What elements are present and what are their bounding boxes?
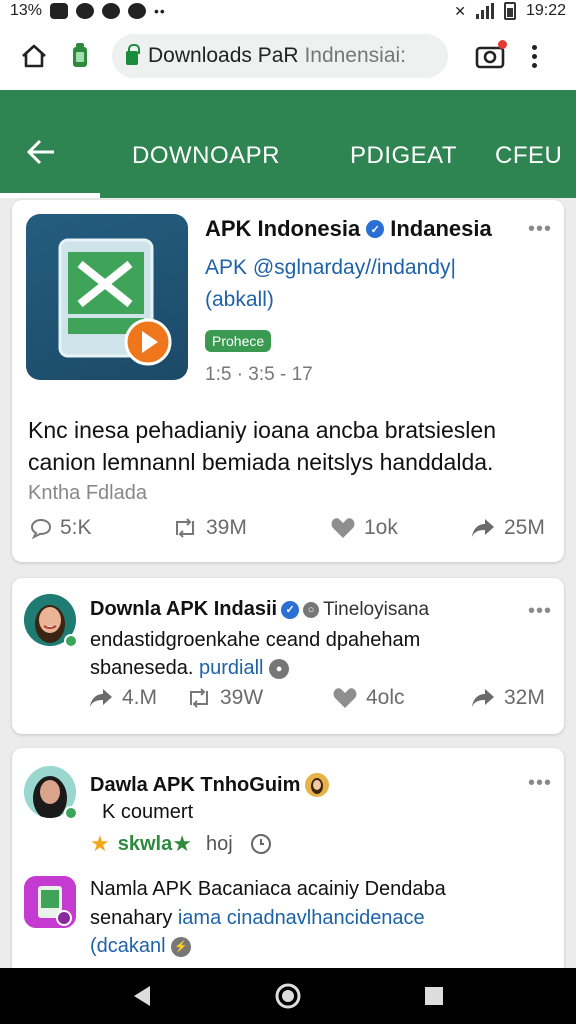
url-text: Downloads PaR Indnensiai: — [148, 44, 407, 67]
post-link[interactable]: purdiall — [199, 657, 263, 679]
tab-downloads[interactable]: DOWNOAPR — [132, 142, 280, 170]
app-icon[interactable] — [24, 876, 76, 928]
online-status-icon — [64, 634, 78, 648]
info-icon: ⚡ — [171, 936, 192, 957]
post-card[interactable]: Downla APK Indasii ✓ ○ Tineloyisana ••• … — [12, 578, 564, 734]
post-subtext: K coumert — [102, 801, 194, 823]
share-arrow-icon — [472, 519, 494, 537]
featured-body: Knc inesa pehadianiy ioana ancba bratsie… — [28, 417, 496, 475]
badge-icon: ○ — [303, 601, 320, 618]
more-notifications-icon: •• — [154, 3, 166, 19]
notification-icon — [76, 3, 95, 19]
back-triangle-icon — [134, 986, 150, 1006]
back-arrow-icon — [26, 139, 54, 165]
camera-button[interactable] — [470, 36, 510, 76]
info-icon: ● — [269, 658, 290, 679]
home-circle-icon — [275, 983, 301, 1009]
share-button[interactable]: 32M — [470, 686, 545, 710]
comment-button[interactable]: 5:K — [30, 516, 92, 540]
verified-icon: ✓ — [366, 220, 385, 238]
online-status-icon — [64, 806, 78, 820]
tab-indicator — [0, 193, 100, 198]
recents-square-icon — [425, 987, 443, 1005]
mute-icon: ✕ — [454, 2, 466, 19]
like-button[interactable]: 1ok — [330, 516, 398, 540]
app-header: DOWNOAPR PDIGEAT CFEU — [0, 90, 576, 198]
share-arrow-icon — [90, 689, 112, 707]
battery-icon — [503, 2, 516, 20]
tab-pdigeat[interactable]: PDIGEAT — [350, 142, 457, 170]
emoji-avatar-icon — [305, 773, 330, 797]
tabs-button[interactable] — [60, 36, 100, 76]
apk-app-icon — [24, 876, 76, 928]
post-card[interactable]: Dawla APK TnhoGuim ••• K coumert ★ skwla… — [12, 748, 564, 988]
post-text: endastidgroenkahe ceand dpaheham sbanese… — [90, 629, 421, 679]
more-options-icon[interactable]: ••• — [528, 772, 552, 795]
action-bar: 4.M 39W 4olc 32M — [12, 686, 564, 722]
featured-title: APK Indonesia ✓ Indanesia — [205, 216, 492, 241]
share-button[interactable]: 4.M — [88, 686, 157, 710]
heart-icon — [331, 518, 355, 538]
address-bar[interactable]: Downloads PaR Indnensiai: — [112, 34, 448, 78]
notification-icon — [102, 3, 121, 19]
more-options-icon[interactable]: ••• — [528, 600, 552, 623]
nav-back-button[interactable] — [128, 982, 156, 1010]
post-author[interactable]: Dawla APK TnhoGuim — [90, 772, 330, 798]
record-dot-icon — [498, 40, 507, 49]
comment-icon — [30, 518, 52, 539]
featured-handle[interactable]: APK @sglnarday//indandy| (abkall) — [205, 252, 545, 316]
post-link[interactable]: iama cinadnavlhancidenace — [178, 907, 425, 929]
retweet-icon — [176, 518, 194, 538]
retweet-button[interactable]: 39M — [172, 516, 247, 540]
browser-toolbar: Downloads PaR Indnensiai: — [0, 22, 576, 90]
apk-app-icon — [58, 238, 172, 366]
android-icon — [73, 43, 87, 67]
retweet-button[interactable]: 39W — [186, 686, 263, 710]
more-options-icon[interactable]: ••• — [528, 218, 552, 241]
share-button[interactable]: 25M — [470, 516, 545, 540]
battery-percent: 13% — [10, 2, 43, 19]
back-button[interactable] — [26, 138, 60, 166]
like-button[interactable]: 4olc — [332, 686, 405, 710]
home-icon — [22, 44, 46, 68]
nav-home-button[interactable] — [274, 982, 302, 1010]
rating-row: ★ skwla ★ hoj — [90, 830, 273, 858]
status-bar: 13% •• ✕ 19:22 — [0, 0, 576, 22]
star-icon: ★ — [90, 831, 110, 856]
timestamp: 1:5 · 3:5 - 17 — [205, 364, 313, 385]
featured-card[interactable]: APK Indonesia ✓ Indanesia ••• APK @sglna… — [12, 200, 564, 562]
home-button[interactable] — [14, 36, 54, 76]
post-author[interactable]: Downla APK Indasii ✓ ○ Tineloyisana — [90, 598, 429, 621]
signal-icon — [475, 3, 494, 19]
share-arrow-icon — [472, 689, 494, 707]
notification-icon — [50, 3, 69, 19]
action-bar: 5:K 39M 1ok 25M — [12, 516, 564, 552]
clock-icon — [250, 834, 271, 854]
retweet-icon — [190, 688, 208, 708]
clock: 19:22 — [525, 2, 566, 19]
system-nav-bar — [0, 968, 576, 1024]
notification-icon — [128, 3, 147, 19]
star-icon: ★ — [172, 831, 192, 856]
verified-icon: ✓ — [281, 600, 300, 619]
heart-icon — [333, 688, 357, 708]
app-thumbnail — [26, 214, 188, 380]
tab-cfeu[interactable]: CFEU — [495, 142, 562, 170]
nav-recents-button[interactable] — [420, 982, 448, 1010]
post-text: senahary iama cinadnavlhancidenace (dcak… — [90, 907, 425, 957]
overflow-menu-button[interactable] — [522, 36, 546, 76]
post-author[interactable]: Namla APK Bacaniaca acainiy Dendaba — [90, 878, 446, 901]
source-label: Kntha Fdlada — [28, 482, 147, 504]
lock-icon — [126, 44, 140, 65]
status-badge: Prohece — [205, 330, 272, 352]
